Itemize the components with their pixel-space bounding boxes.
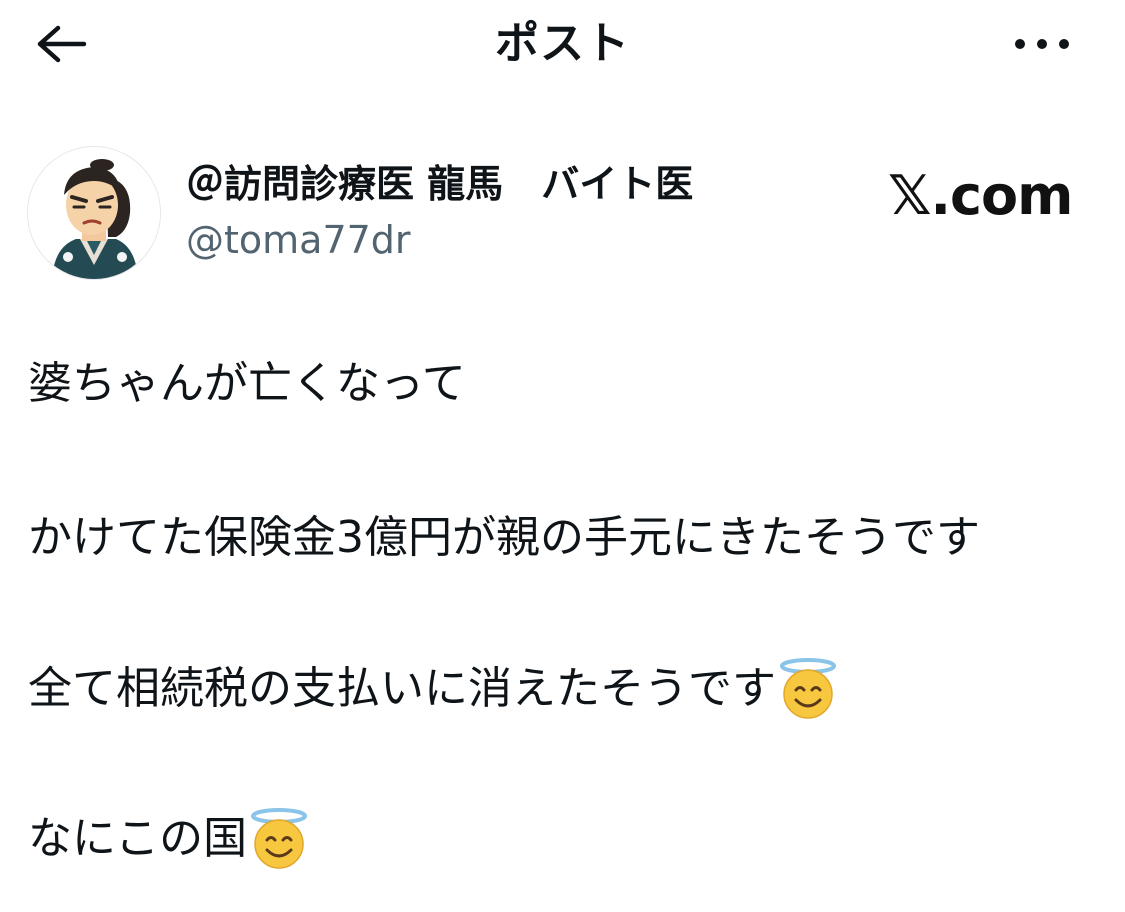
author-handle[interactable]: @toma77dr [186, 216, 411, 264]
more-options-button[interactable] [1006, 14, 1078, 74]
smiling-face-with-halo-icon [780, 658, 836, 719]
post-line-text: 婆ちゃんが亡くなって [28, 358, 466, 409]
post-line-text: なにこの国 [28, 813, 248, 864]
post-text-line-4: なにこの国 [28, 808, 309, 870]
page-title: ポスト [495, 18, 630, 69]
samurai-avatar-icon [28, 147, 160, 279]
post-text-line-1: 婆ちゃんが亡くなって [28, 354, 466, 414]
author-header: ＠訪問診療医 龍馬 バイト医 @toma77dr 𝕏.com [0, 140, 1125, 290]
post-text-line-2: かけてた保険金3億円が親の手元にきたそうです [28, 508, 980, 568]
post-text-line-3: 全て相続税の支払いに消えたそうです [28, 658, 838, 720]
avatar[interactable] [27, 146, 161, 280]
post-line-text: かけてた保険金3億円が親の手元にきたそうです [28, 512, 980, 563]
x-com-watermark: 𝕏.com [888, 164, 1073, 227]
more-horizontal-icon [1015, 39, 1069, 49]
top-bar: ポスト [0, 0, 1125, 90]
smiling-face-with-halo-icon [251, 808, 308, 869]
author-display-name[interactable]: ＠訪問診療医 龍馬 バイト医 [186, 160, 693, 208]
post-line-text: 全て相続税の支払いに消えたそうです [28, 663, 776, 714]
